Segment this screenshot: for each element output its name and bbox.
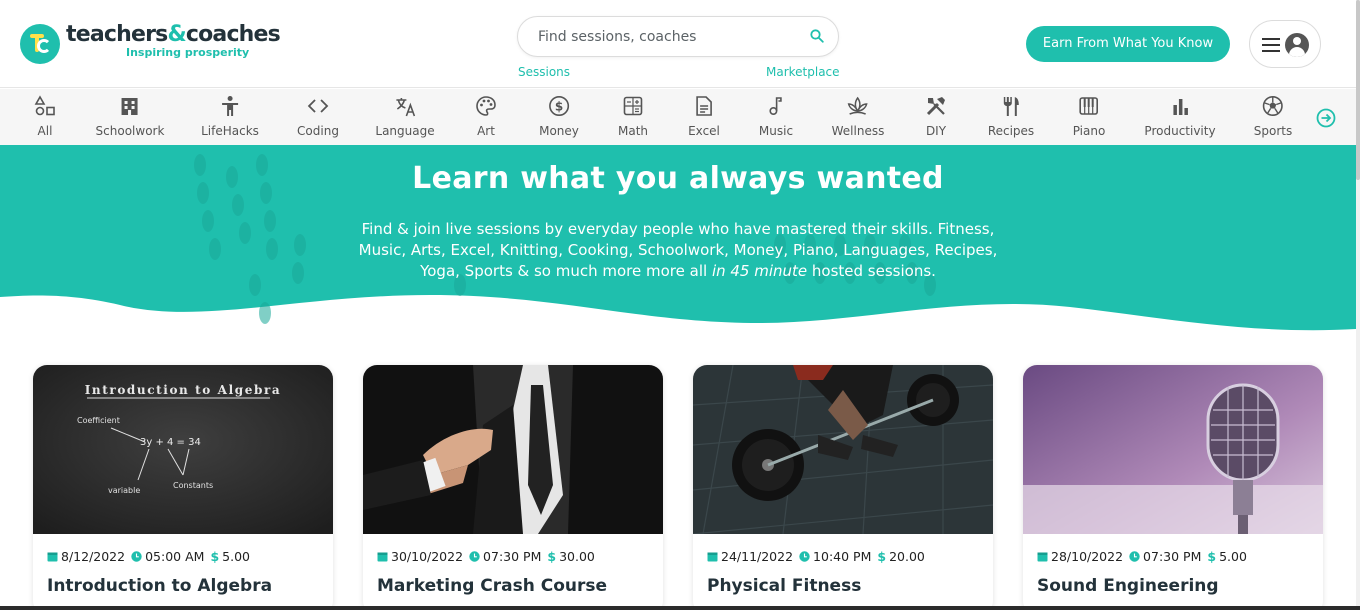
session-title[interactable]: Introduction to Algebra — [47, 576, 272, 596]
session-title[interactable]: Marketing Crash Course — [377, 576, 607, 596]
brand-tagline: Inspiring prosperity — [126, 46, 250, 59]
search-icon[interactable] — [810, 29, 824, 43]
scrollbar-thumb[interactable] — [1356, 0, 1360, 180]
session-title[interactable]: Sound Engineering — [1037, 576, 1219, 596]
category-productivity[interactable]: Productivity — [1144, 95, 1216, 138]
session-card[interactable]: 28/10/2022 07:30 PM $5.00 Sound Engineer… — [1023, 365, 1323, 610]
category-excel[interactable]: Excel — [688, 95, 720, 138]
category-language[interactable]: Language — [375, 95, 435, 138]
calendar-icon — [707, 552, 718, 562]
palette-icon — [475, 95, 497, 117]
category-money[interactable]: $ Money — [539, 95, 579, 138]
hero-banner: Learn what you always wanted Find & join… — [0, 145, 1356, 345]
chalkboard-variable: variable — [108, 486, 140, 495]
hero-title: Learn what you always wanted — [412, 161, 944, 196]
calendar-icon — [377, 552, 388, 562]
arrow-right-circle-icon[interactable] — [1316, 108, 1336, 128]
session-title[interactable]: Physical Fitness — [707, 576, 861, 596]
brand-logo[interactable]: teachers&coaches Inspiring prosperity — [20, 22, 281, 64]
translate-icon — [394, 95, 416, 117]
page-scrollbar[interactable] — [1356, 0, 1360, 610]
document-icon — [693, 95, 715, 117]
soccer-ball-icon — [1262, 95, 1284, 117]
clock-icon — [1129, 551, 1140, 562]
session-meta: 24/11/2022 10:40 PM $20.00 — [707, 549, 931, 564]
session-image-barbell — [693, 365, 993, 534]
category-recipes[interactable]: Recipes — [988, 95, 1034, 138]
dollar-sign-icon: $ — [1207, 549, 1217, 564]
utensils-icon — [1000, 95, 1022, 117]
tools-icon — [925, 95, 947, 117]
bar-chart-icon — [1169, 95, 1191, 117]
code-icon — [307, 95, 329, 117]
search-scope-sessions[interactable]: Sessions — [518, 65, 570, 79]
session-card[interactable]: 24/11/2022 10:40 PM $20.00 Physical Fitn… — [693, 365, 993, 610]
category-art[interactable]: Art — [475, 95, 497, 138]
session-meta: 8/12/2022 05:00 AM $5.00 — [47, 549, 256, 564]
category-schoolwork[interactable]: Schoolwork — [96, 95, 164, 138]
clock-icon — [799, 551, 810, 562]
session-meta: 28/10/2022 07:30 PM $5.00 — [1037, 549, 1253, 564]
category-sports[interactable]: Sports — [1254, 95, 1292, 138]
calendar-icon — [1037, 552, 1048, 562]
music-note-icon — [765, 95, 787, 117]
piano-icon — [1078, 95, 1100, 117]
dollar-sign-icon: $ — [210, 549, 220, 564]
chalkboard-equation: 3y + 4 = 34 — [140, 437, 201, 448]
session-image-microphone — [1023, 365, 1323, 534]
dollar-icon: $ — [548, 95, 570, 117]
search-scope-marketplace[interactable]: Marketplace — [766, 65, 840, 79]
session-image-chalkboard: Introduction to Algebra Coefficient 3y +… — [33, 365, 333, 534]
dollar-sign-icon: $ — [877, 549, 887, 564]
top-header: teachers&coaches Inspiring prosperity Se… — [0, 0, 1356, 88]
category-bar: All Schoolwork LifeHacks Coding Language… — [0, 89, 1356, 145]
bottom-edge — [0, 606, 1360, 610]
chalkboard-constants: Constants — [173, 481, 213, 490]
session-card[interactable]: 30/10/2022 07:30 PM $30.00 Marketing Cra… — [363, 365, 663, 610]
dollar-sign-icon: $ — [547, 549, 557, 564]
svg-text:$: $ — [555, 100, 563, 114]
session-image-handshake — [363, 365, 663, 534]
logo-mark-icon — [20, 24, 60, 64]
calendar-icon — [47, 552, 58, 562]
shapes-icon — [34, 95, 56, 117]
session-meta: 30/10/2022 07:30 PM $30.00 — [377, 549, 601, 564]
search-bar — [517, 16, 839, 57]
lotus-icon — [847, 95, 869, 117]
category-music[interactable]: Music — [759, 95, 793, 138]
session-card[interactable]: Introduction to Algebra Coefficient 3y +… — [33, 365, 333, 610]
building-icon — [119, 95, 141, 117]
hero-description: Find & join live sessions by everyday pe… — [358, 220, 998, 280]
chalkboard-coefficient: Coefficient — [77, 416, 120, 425]
clock-icon — [469, 551, 480, 562]
category-wellness[interactable]: Wellness — [832, 95, 884, 138]
hamburger-icon — [1262, 38, 1280, 52]
user-avatar-icon — [1285, 33, 1309, 57]
category-coding[interactable]: Coding — [297, 95, 339, 138]
category-math[interactable]: Math — [618, 95, 648, 138]
category-lifehacks[interactable]: LifeHacks — [201, 95, 259, 138]
category-all[interactable]: All — [34, 95, 56, 138]
brand-name: teachers&coaches — [66, 22, 281, 47]
earn-button[interactable]: Earn From What You Know — [1026, 26, 1230, 62]
user-menu-button[interactable] — [1249, 20, 1321, 68]
category-diy[interactable]: DIY — [925, 95, 947, 138]
clock-icon — [131, 551, 142, 562]
category-piano[interactable]: Piano — [1073, 95, 1105, 138]
chalkboard-heading: Introduction to Algebra — [85, 383, 282, 397]
search-input[interactable] — [538, 27, 798, 47]
person-icon — [219, 95, 241, 117]
calculator-icon — [622, 95, 644, 117]
